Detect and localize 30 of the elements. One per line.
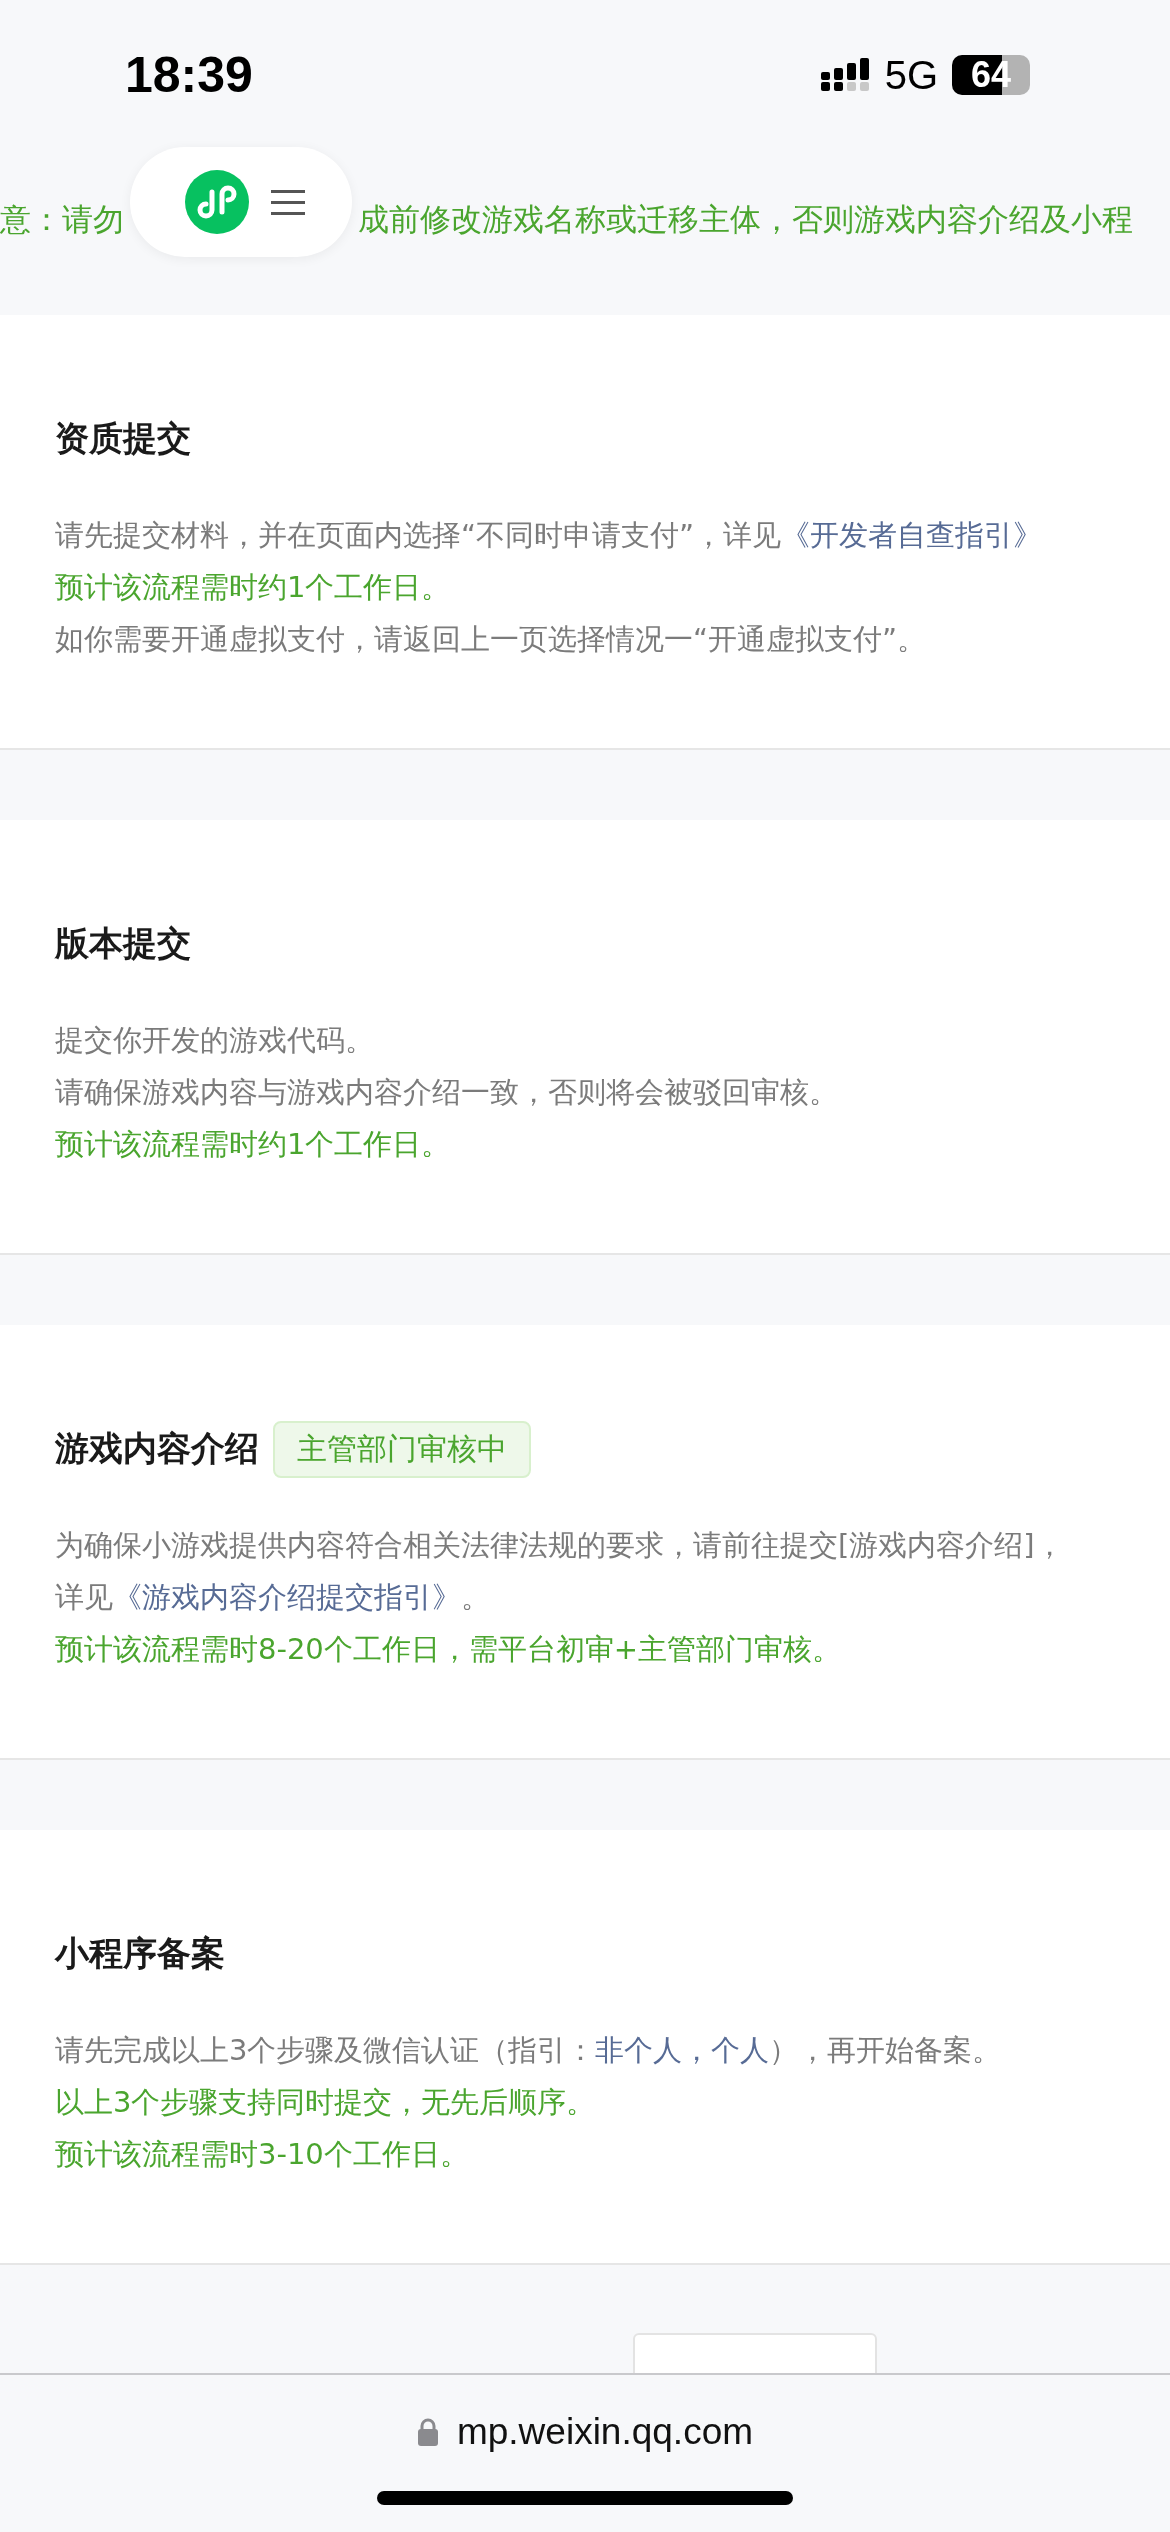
notice-text: 意：请勿 xyxy=(0,200,124,239)
description-text: 请先提交材料，并在页面内选择“不同时申请支付”，详见《开发者自查指引》 xyxy=(55,517,1044,554)
link-icon xyxy=(185,170,249,234)
step-title: 小程序备案 xyxy=(55,1932,225,1975)
description-text: 提交你开发的游戏代码。 xyxy=(55,1022,375,1059)
estimate-note: 预计该流程需时8-20个工作日，需平台初审+主管部门审核。 xyxy=(55,1631,843,1668)
guide-link[interactable]: 个人 xyxy=(711,2033,770,2067)
step-title: 版本提交 xyxy=(55,922,191,965)
menu-icon[interactable] xyxy=(271,188,305,216)
notice-text: 成前修改游戏名称或迁移主体，否则游戏内容介绍及小程 xyxy=(358,200,1133,239)
network-label: 5G xyxy=(884,52,938,98)
status-badge: 主管部门审核中 xyxy=(273,1420,531,1478)
estimate-note: 预计该流程需时3-10个工作日。 xyxy=(55,2136,470,2173)
guide-link[interactable]: 《游戏内容介绍提交指引》 xyxy=(113,1580,461,1614)
step-title: 游戏内容介绍 xyxy=(55,1427,259,1470)
signal-icon xyxy=(820,58,871,92)
guide-link[interactable]: 非个人， xyxy=(595,2033,712,2067)
description-text: 请确保游戏内容与游戏内容介绍一致，否则将会被驳回审核。 xyxy=(55,1074,839,1111)
estimate-note: 预计该流程需时约1个工作日。 xyxy=(55,1126,452,1163)
url-text[interactable]: mp.weixin.qq.com xyxy=(456,2411,754,2453)
status-time: 18:39 xyxy=(125,46,253,104)
estimate-note: 以上3个步骤支持同时提交，无先后顺序。 xyxy=(55,2084,597,2121)
description-text: 请先完成以上3个步骤及微信认证（指引：非个人，个人），再开始备案。 xyxy=(55,2032,1003,2069)
step-title: 资质提交 xyxy=(55,417,191,460)
description-text: 如你需要开通虚拟支付，请返回上一页选择情况一“开通虚拟支付”。 xyxy=(55,621,928,658)
lock-icon xyxy=(416,2417,439,2447)
guide-link[interactable]: 《开发者自查指引》 xyxy=(781,518,1043,552)
description-text: 为确保小游戏提供内容符合相关法律法规的要求，请前往提交[游戏内容介绍]， xyxy=(55,1527,1065,1564)
description-text: 详见《游戏内容介绍提交指引》。 xyxy=(55,1579,491,1616)
estimate-note: 预计该流程需时约1个工作日。 xyxy=(55,569,452,606)
